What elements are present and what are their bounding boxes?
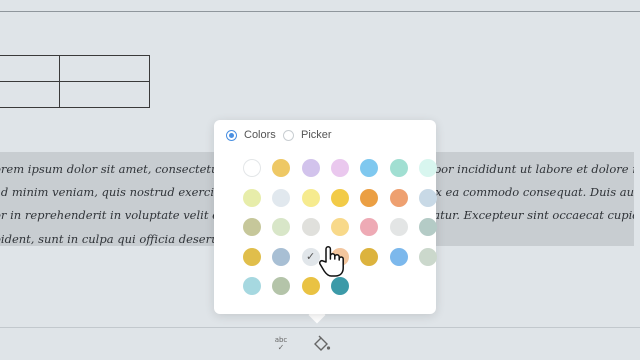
table-cell[interactable]	[59, 55, 150, 82]
color-swatch[interactable]	[272, 159, 291, 177]
color-swatch[interactable]	[243, 218, 261, 237]
color-swatch[interactable]	[330, 188, 349, 207]
color-swatch[interactable]	[272, 277, 291, 296]
color-swatch[interactable]	[330, 159, 349, 177]
table-cell[interactable]	[0, 81, 60, 108]
color-swatch[interactable]	[301, 247, 320, 266]
color-swatch[interactable]	[418, 247, 437, 266]
spellcheck-icon: abc ✓	[274, 336, 288, 352]
color-swatch[interactable]	[272, 188, 291, 207]
hand-cursor-icon	[319, 246, 344, 277]
table-cell[interactable]	[59, 81, 150, 108]
spellcheck-button[interactable]: abc ✓	[270, 333, 292, 358]
color-swatch[interactable]	[418, 218, 437, 237]
color-swatch[interactable]	[389, 159, 408, 177]
color-swatch[interactable]	[243, 247, 261, 266]
color-swatch[interactable]	[243, 159, 261, 177]
color-swatch[interactable]	[360, 188, 379, 207]
color-swatch[interactable]	[360, 218, 379, 237]
color-swatch[interactable]	[360, 159, 379, 177]
color-swatch[interactable]	[243, 277, 261, 296]
top-divider	[0, 11, 640, 12]
color-popover: Colors Picker	[214, 120, 437, 314]
color-swatch[interactable]	[272, 247, 291, 266]
color-swatch[interactable]	[330, 277, 349, 296]
color-swatch[interactable]	[243, 188, 261, 207]
color-swatch[interactable]	[301, 277, 320, 296]
fill-color-button[interactable]	[310, 333, 332, 355]
color-swatch[interactable]	[301, 159, 320, 177]
paint-bucket-icon	[314, 335, 331, 351]
color-swatch[interactable]	[389, 218, 408, 237]
table-cell[interactable]	[0, 55, 60, 82]
color-swatch[interactable]	[272, 218, 291, 237]
color-swatch[interactable]	[389, 247, 408, 266]
color-swatch[interactable]	[301, 218, 320, 237]
document-table[interactable]	[0, 55, 150, 108]
color-swatch[interactable]	[301, 188, 320, 207]
color-swatch[interactable]	[418, 159, 437, 177]
color-swatch-grid	[214, 120, 437, 314]
color-swatch[interactable]	[360, 247, 379, 266]
color-swatch[interactable]	[389, 188, 408, 207]
color-swatch[interactable]	[418, 188, 437, 207]
color-swatch[interactable]	[330, 218, 349, 237]
